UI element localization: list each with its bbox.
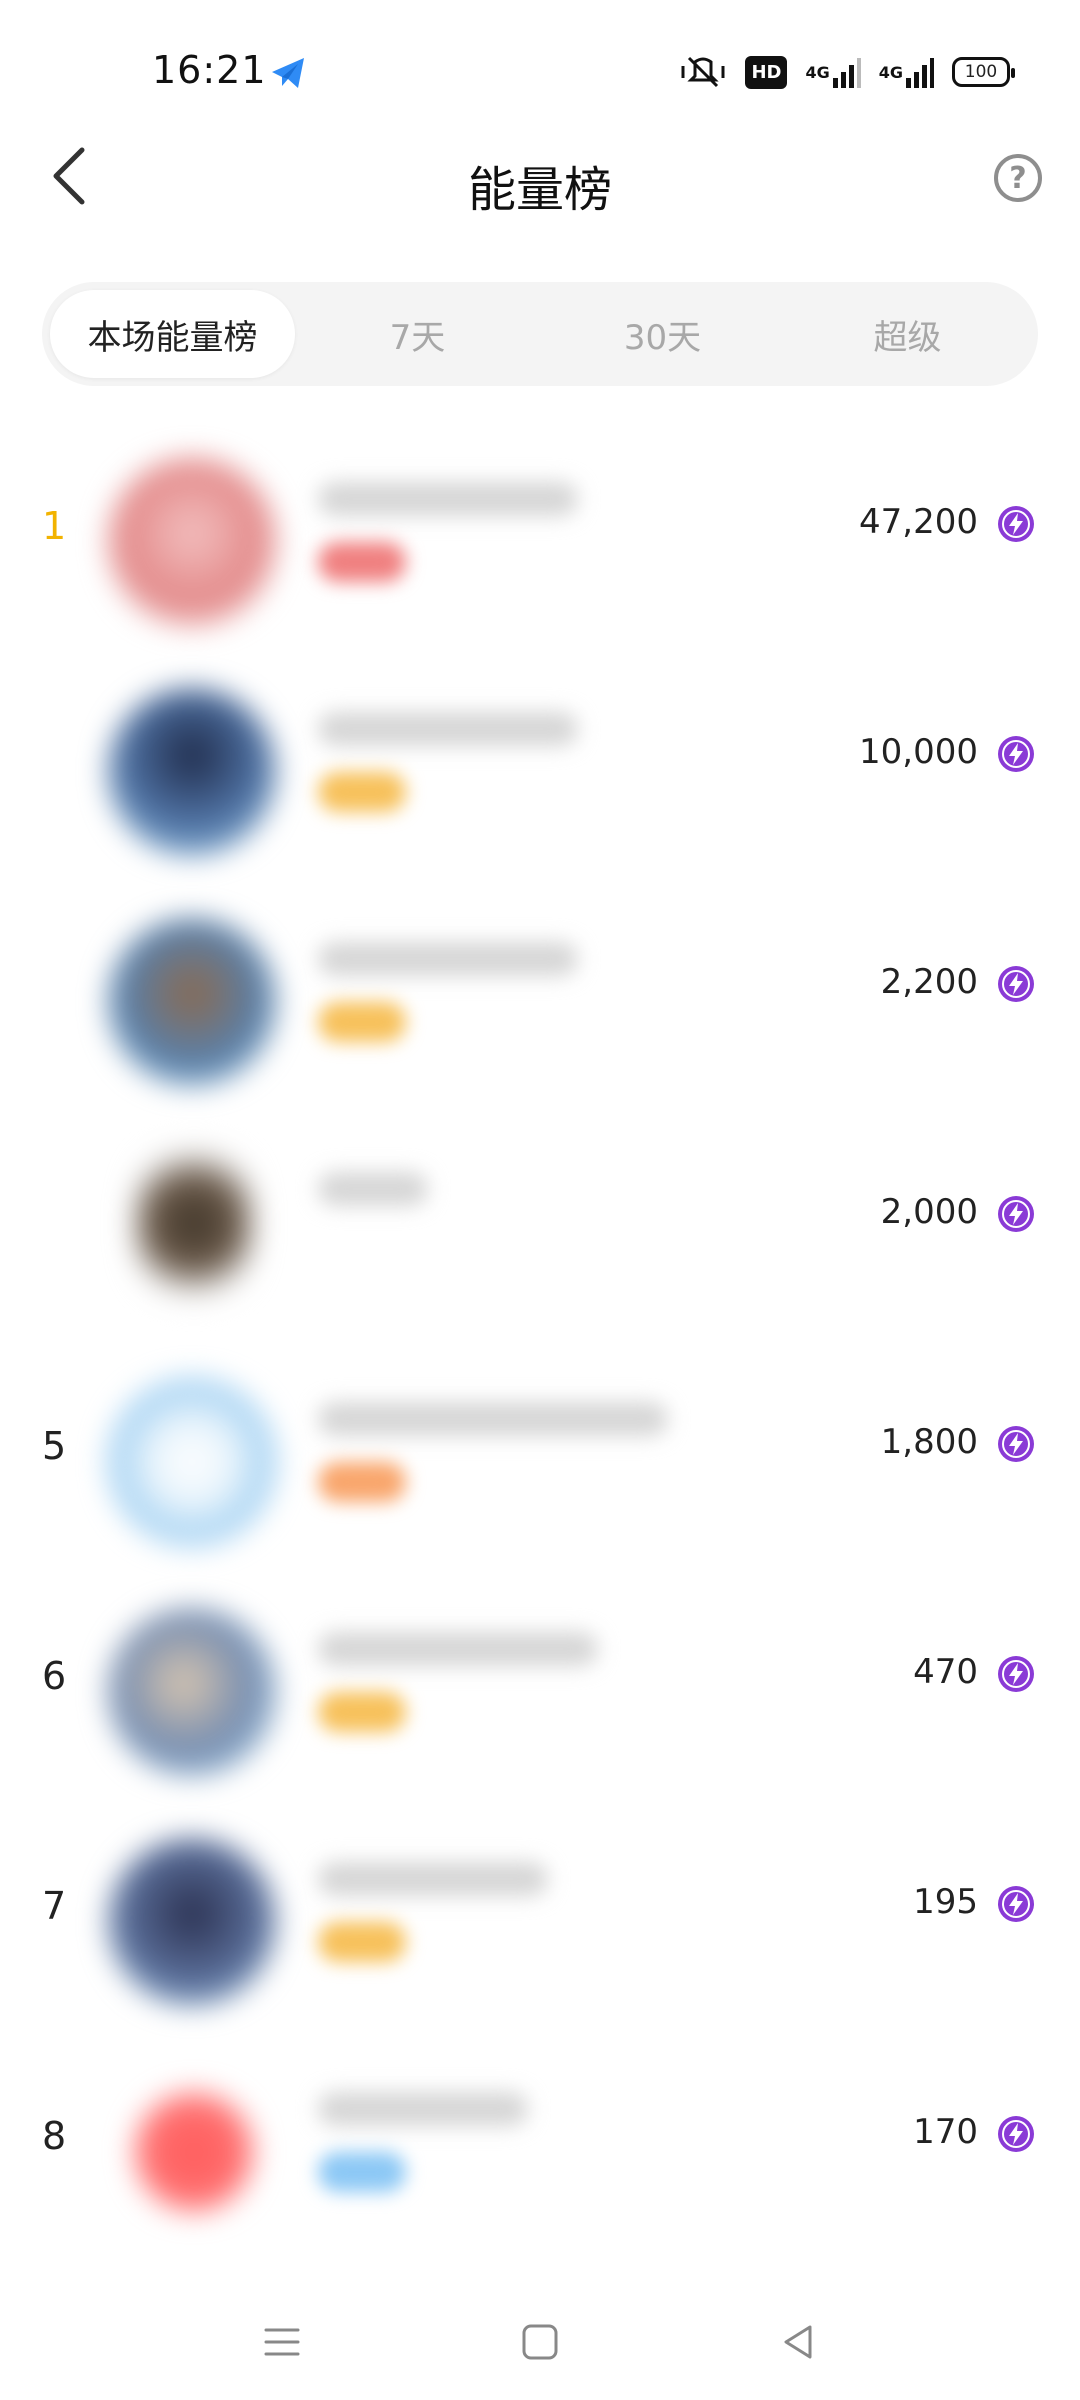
- user-level-badge: [318, 1002, 406, 1042]
- battery-icon: 100: [952, 57, 1015, 87]
- telegram-icon: [268, 52, 310, 94]
- list-item[interactable]: 2,200: [0, 880, 1080, 1110]
- lightning-bolt-icon: [998, 1656, 1034, 1692]
- user-name: [318, 1862, 548, 1896]
- lightning-bolt-icon: [998, 1426, 1034, 1462]
- lightning-bolt-icon: [998, 1196, 1034, 1232]
- signal-1-icon: 4G: [805, 52, 861, 92]
- vibrate-mute-icon: [679, 52, 727, 92]
- list-item[interactable]: 10,000: [0, 650, 1080, 880]
- rank-number: 8: [42, 2114, 67, 2158]
- menu-icon: [264, 2328, 300, 2356]
- menu-button[interactable]: [252, 2312, 312, 2372]
- avatar: [108, 1838, 276, 2006]
- square-home-icon: [522, 2324, 558, 2360]
- signal-2-icon: 4G: [879, 52, 934, 92]
- energy-score: 470: [913, 1652, 978, 1692]
- tab-7-days[interactable]: 7天: [295, 290, 540, 378]
- user-level-badge: [318, 772, 406, 812]
- status-bar: 16:21 HD 4G 4G 100: [0, 0, 1080, 140]
- energy-score: 1,800: [880, 1422, 978, 1462]
- energy-score: 10,000: [859, 732, 978, 772]
- tab-super[interactable]: 超级: [785, 290, 1030, 378]
- rank-number: 7: [42, 1884, 67, 1928]
- lightning-bolt-icon: [998, 2116, 1034, 2152]
- user-name: [318, 1632, 598, 1666]
- help-button[interactable]: ?: [994, 154, 1042, 202]
- user-name: [318, 942, 578, 976]
- user-level-badge: [318, 1692, 406, 1732]
- list-item[interactable]: 8 170: [0, 2030, 1080, 2260]
- page-title: 能量榜: [467, 162, 612, 218]
- avatar: [108, 1378, 276, 1546]
- energy-score: 2,200: [880, 962, 978, 1002]
- tab-30-days[interactable]: 30天: [540, 290, 785, 378]
- tab-current-energy[interactable]: 本场能量榜: [50, 290, 295, 378]
- user-level-badge: [318, 2152, 406, 2192]
- rank-number: 6: [42, 1654, 67, 1698]
- lightning-bolt-icon: [998, 736, 1034, 772]
- list-item[interactable]: 5 1,800: [0, 1340, 1080, 1570]
- ranking-tabs: 本场能量榜 7天 30天 超级: [42, 282, 1038, 386]
- avatar: [134, 2092, 254, 2212]
- lightning-bolt-icon: [998, 1886, 1034, 1922]
- user-level-badge: [318, 542, 406, 582]
- user-level-badge: [318, 1462, 406, 1502]
- hd-voice-icon: HD: [745, 52, 788, 92]
- list-item[interactable]: 7 195: [0, 1800, 1080, 2030]
- question-circle-icon: ?: [1009, 160, 1027, 196]
- user-name: [318, 1402, 668, 1436]
- avatar: [108, 688, 276, 856]
- status-indicators: HD 4G 4G 100: [679, 50, 1015, 94]
- list-item[interactable]: 2,000: [0, 1110, 1080, 1340]
- avatar: [108, 1608, 276, 1776]
- user-name: [318, 2092, 528, 2126]
- avatar: [134, 1148, 254, 1298]
- user-level-badge: [318, 1922, 406, 1962]
- list-item[interactable]: 1 47,200: [0, 420, 1080, 650]
- back-nav-button[interactable]: [768, 2312, 828, 2372]
- rank-number: 1: [42, 504, 67, 548]
- avatar: [108, 918, 276, 1086]
- rank-number: 5: [42, 1424, 67, 1468]
- lightning-bolt-icon: [998, 506, 1034, 542]
- user-name: [318, 482, 578, 516]
- status-time: 16:21: [152, 48, 267, 92]
- energy-score: 195: [913, 1882, 978, 1922]
- lightning-bolt-icon: [998, 966, 1034, 1002]
- home-button[interactable]: [510, 2312, 570, 2372]
- user-name: [318, 1172, 428, 1206]
- avatar: [108, 458, 276, 626]
- energy-score: 2,000: [880, 1192, 978, 1232]
- energy-score: 170: [913, 2112, 978, 2152]
- user-name: [318, 712, 578, 746]
- list-item[interactable]: 6 470: [0, 1570, 1080, 1800]
- energy-score: 47,200: [859, 502, 978, 542]
- triangle-back-icon: [784, 2325, 812, 2359]
